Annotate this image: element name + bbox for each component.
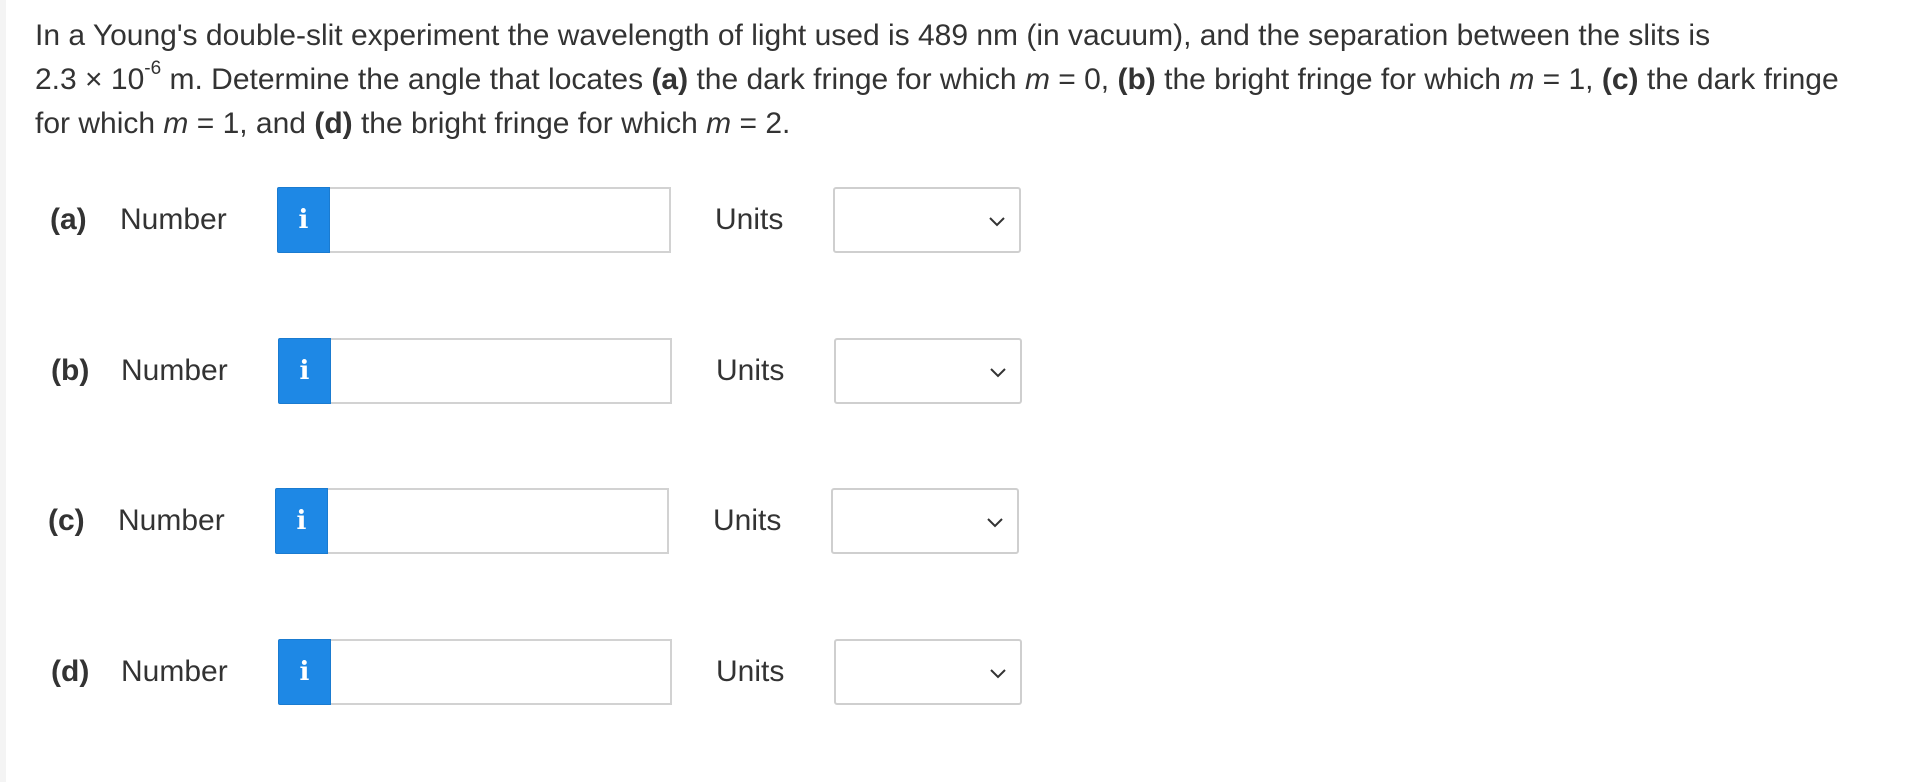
answer-row-c: (c) Number i Units <box>0 488 1098 554</box>
part-label-c: (c) <box>48 504 85 537</box>
number-label-a: Number <box>120 203 227 236</box>
part-label-d: (d) <box>51 655 90 688</box>
info-icon[interactable]: i <box>278 639 331 705</box>
answer-row-b: (b) Number i Units <box>1 338 1101 404</box>
question-text: In a Young's double-slit experiment the … <box>35 19 1839 140</box>
number-label-d: Number <box>121 655 228 688</box>
part-label-a: (a) <box>50 203 87 236</box>
units-label-a: Units <box>715 203 784 236</box>
units-label-b: Units <box>716 354 785 387</box>
number-input-d[interactable] <box>331 639 672 705</box>
units-select-d[interactable] <box>834 639 1022 705</box>
number-input-c[interactable] <box>328 488 669 554</box>
info-icon[interactable]: i <box>275 488 328 554</box>
units-label-c: Units <box>713 504 782 537</box>
number-input-a[interactable] <box>330 187 671 253</box>
units-select-b[interactable] <box>834 338 1022 404</box>
exponent: -6 <box>144 58 162 79</box>
units-label-d: Units <box>716 655 785 688</box>
answer-row-d: (d) Number i Units <box>1 639 1101 705</box>
chevron-down-icon <box>990 669 1006 679</box>
info-icon[interactable]: i <box>277 187 330 253</box>
answer-row-a: (a) Number i Units <box>0 187 1100 253</box>
chevron-down-icon <box>987 518 1003 528</box>
info-icon[interactable]: i <box>278 338 331 404</box>
units-select-a[interactable] <box>833 187 1021 253</box>
units-select-c[interactable] <box>831 488 1019 554</box>
chevron-down-icon <box>989 217 1005 227</box>
part-label-b: (b) <box>51 354 90 387</box>
chevron-down-icon <box>990 368 1006 378</box>
number-label-b: Number <box>121 354 228 387</box>
number-label-c: Number <box>118 504 225 537</box>
number-input-b[interactable] <box>331 338 672 404</box>
